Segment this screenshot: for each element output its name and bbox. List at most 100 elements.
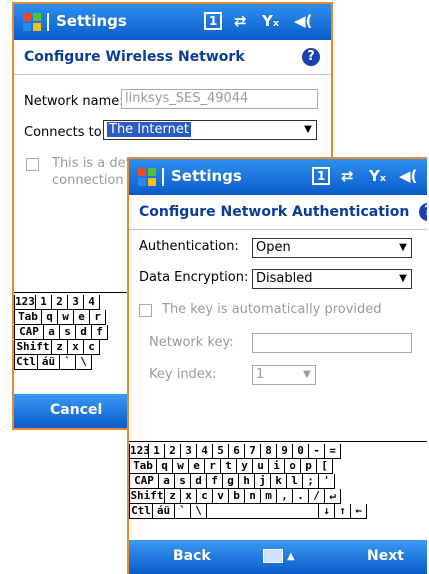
key-d[interactable]: d [191, 474, 207, 489]
key-c[interactable]: c [197, 489, 213, 504]
inbox-count-icon[interactable]: 1 [312, 167, 331, 185]
key-4[interactable]: 4 [197, 444, 213, 459]
key-7[interactable]: 7 [245, 444, 261, 459]
key-space[interactable] [207, 504, 319, 519]
key-backslash[interactable]: \ [191, 504, 207, 519]
key-l[interactable]: l [287, 474, 303, 489]
key-q[interactable]: q [157, 459, 173, 474]
cancel-softkey[interactable]: Cancel [50, 402, 102, 418]
key-k[interactable]: k [271, 474, 287, 489]
key-ctl[interactable]: Ctl [129, 504, 153, 519]
key-2[interactable]: 2 [52, 295, 68, 310]
key-j[interactable]: j [255, 474, 271, 489]
key-equals[interactable]: = [325, 444, 341, 459]
key-shift[interactable]: Shift [14, 340, 52, 355]
volume-icon[interactable]: ◀( [294, 12, 312, 30]
key-123[interactable]: 123 [129, 444, 150, 459]
inbox-count-icon[interactable]: 1 [204, 12, 223, 30]
key-q[interactable]: q [42, 310, 58, 325]
data-encryption-dropdown[interactable]: Disabled ▼ [252, 269, 412, 289]
key-v[interactable]: v [213, 489, 229, 504]
key-f[interactable]: f [92, 325, 108, 340]
connectivity-icon[interactable]: ⇄ [341, 167, 354, 185]
key-a[interactable]: a [159, 474, 175, 489]
key-u[interactable]: u [253, 459, 269, 474]
help-icon[interactable]: ? [302, 48, 320, 66]
next-softkey[interactable]: Next [367, 548, 404, 564]
key-tab[interactable]: Tab [14, 310, 42, 325]
key-slash[interactable]: / [309, 489, 325, 504]
key-ctl[interactable]: Ctl [14, 355, 38, 370]
key-s[interactable]: s [60, 325, 76, 340]
key-x[interactable]: x [181, 489, 197, 504]
key-period[interactable]: . [293, 489, 309, 504]
volume-icon[interactable]: ◀( [399, 167, 417, 185]
key-g[interactable]: g [223, 474, 239, 489]
chevron-up-icon[interactable]: ▲ [287, 551, 295, 562]
authentication-dropdown[interactable]: Open ▼ [252, 238, 412, 258]
key-4[interactable]: 4 [84, 295, 100, 310]
key-s[interactable]: s [175, 474, 191, 489]
key-cap[interactable]: CAP [14, 325, 44, 340]
key-left[interactable]: ← [351, 504, 367, 519]
key-c[interactable]: c [84, 340, 100, 355]
key-f[interactable]: f [207, 474, 223, 489]
key-left-bracket[interactable]: [ [317, 459, 333, 474]
key-123[interactable]: 123 [14, 295, 36, 310]
key-r[interactable]: r [90, 310, 106, 325]
key-x[interactable]: x [68, 340, 84, 355]
key-auto-checkbox[interactable] [139, 304, 152, 317]
key-accents[interactable]: áü [153, 504, 175, 519]
key-shift[interactable]: Shift [129, 489, 165, 504]
signal-icon[interactable]: Yₓ [369, 167, 386, 185]
key-8[interactable]: 8 [261, 444, 277, 459]
key-e[interactable]: e [189, 459, 205, 474]
key-w[interactable]: w [173, 459, 189, 474]
connects-to-dropdown[interactable]: The Internet ▼ [103, 120, 317, 140]
key-z[interactable]: z [165, 489, 181, 504]
key-enter[interactable]: ↵ [325, 489, 341, 504]
key-down[interactable]: ↓ [319, 504, 335, 519]
key-9[interactable]: 9 [277, 444, 293, 459]
key-3[interactable]: 3 [181, 444, 197, 459]
network-key-field[interactable] [252, 333, 412, 353]
key-h[interactable]: h [239, 474, 255, 489]
back-softkey[interactable]: Back [173, 548, 211, 564]
key-minus[interactable]: - [309, 444, 325, 459]
key-accents[interactable]: áü [38, 355, 60, 370]
key-semicolon[interactable]: ; [303, 474, 319, 489]
key-1[interactable]: 1 [149, 444, 165, 459]
key-6[interactable]: 6 [229, 444, 245, 459]
network-name-field[interactable]: linksys_SES_49044 [121, 89, 318, 109]
key-1[interactable]: 1 [36, 295, 52, 310]
windows-start-icon[interactable] [135, 165, 159, 189]
key-b[interactable]: b [229, 489, 245, 504]
key-quote[interactable]: ' [319, 474, 335, 489]
help-icon[interactable]: ? [419, 203, 427, 221]
key-d[interactable]: d [76, 325, 92, 340]
key-backtick[interactable]: ` [175, 504, 191, 519]
key-backtick[interactable]: ` [60, 355, 76, 370]
key-p[interactable]: p [301, 459, 317, 474]
key-5[interactable]: 5 [213, 444, 229, 459]
key-backslash[interactable]: \ [76, 355, 92, 370]
signal-icon[interactable]: Yₓ [262, 12, 279, 30]
key-i[interactable]: i [269, 459, 285, 474]
windows-start-icon[interactable] [20, 10, 44, 34]
key-cap[interactable]: CAP [129, 474, 159, 489]
device-connection-checkbox[interactable] [26, 158, 39, 171]
key-0[interactable]: 0 [293, 444, 309, 459]
key-e[interactable]: e [74, 310, 90, 325]
key-a[interactable]: a [44, 325, 60, 340]
key-index-dropdown[interactable]: 1 ▼ [252, 365, 316, 385]
key-y[interactable]: y [237, 459, 253, 474]
keyboard-icon[interactable] [263, 549, 283, 563]
key-n[interactable]: n [245, 489, 261, 504]
key-t[interactable]: t [221, 459, 237, 474]
key-3[interactable]: 3 [68, 295, 84, 310]
key-up[interactable]: ↑ [335, 504, 351, 519]
key-r[interactable]: r [205, 459, 221, 474]
key-w[interactable]: w [58, 310, 74, 325]
key-o[interactable]: o [285, 459, 301, 474]
key-comma[interactable]: , [277, 489, 293, 504]
